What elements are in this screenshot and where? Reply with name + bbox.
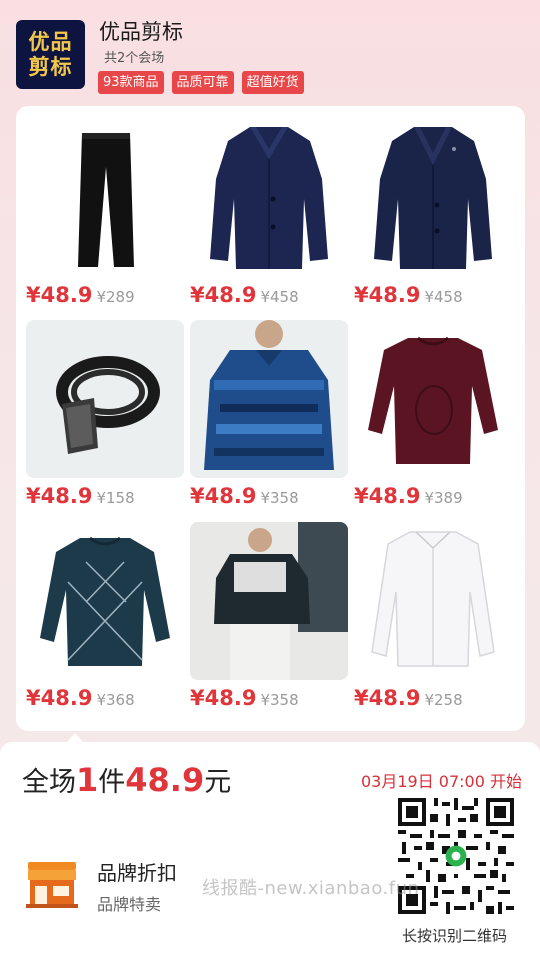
product-image-burgundy-sweater[interactable]: [354, 320, 512, 478]
brand-subtitle: 品牌特卖: [97, 895, 162, 914]
product-image-teal-sweater[interactable]: [26, 522, 184, 680]
promo-quantity: 1: [76, 761, 99, 799]
sale-price: ¥48.9: [354, 283, 421, 307]
sale-price: ¥48.9: [26, 686, 93, 710]
panel-pointer: [66, 733, 84, 743]
product-grid-card: ¥48.9 ¥289 ¥48.9 ¥458 ¥48.9 ¥458 ¥48.9 ¥…: [16, 106, 525, 731]
tag-product-count: 93款商品: [98, 71, 164, 94]
product-image-navy-coat-2[interactable]: [354, 119, 512, 277]
product-image-improve-sweatshirt[interactable]: [190, 522, 348, 680]
product-image-belt[interactable]: [26, 320, 184, 478]
brand-title: 品牌折扣: [97, 861, 177, 885]
tag-list: 93款商品 品质可靠 超值好货: [98, 71, 304, 94]
original-price: ¥458: [424, 288, 463, 306]
venue-count: 共2个会场: [104, 51, 165, 66]
promo-headline: 全场1件48.9元: [22, 760, 231, 799]
product-item[interactable]: ¥48.9 ¥258: [354, 522, 512, 712]
sale-price: ¥48.9: [354, 484, 421, 508]
sale-price: ¥48.9: [190, 283, 257, 307]
sale-price: ¥48.9: [354, 686, 421, 710]
start-time: 03月19日 07:00 开始: [360, 772, 522, 791]
promo-text-all: 全场: [22, 767, 76, 798]
product-image-navy-coat[interactable]: [190, 119, 348, 277]
product-item[interactable]: ¥48.9 ¥368: [26, 522, 184, 712]
product-item[interactable]: ¥48.9 ¥358: [190, 522, 348, 712]
store-icon: [26, 862, 78, 908]
price-row: ¥48.9 ¥358: [190, 484, 299, 508]
shop-logo[interactable]: 优品 剪标: [16, 20, 85, 89]
tag-value: 超值好货: [241, 71, 304, 94]
product-item[interactable]: ¥48.9 ¥158: [26, 320, 184, 510]
product-item[interactable]: ¥48.9 ¥389: [354, 320, 512, 510]
price-row: ¥48.9 ¥258: [354, 686, 463, 710]
original-price: ¥358: [260, 691, 299, 709]
qr-instruction: 长按识别二维码: [402, 927, 508, 945]
price-row: ¥48.9 ¥289: [26, 283, 135, 307]
price-row: ¥48.9 ¥358: [190, 686, 299, 710]
promo-text-currency: 元: [204, 767, 232, 798]
original-price: ¥358: [260, 489, 299, 507]
product-image-trousers[interactable]: [26, 119, 184, 277]
price-row: ¥48.9 ¥458: [354, 283, 463, 307]
original-price: ¥389: [424, 489, 463, 507]
logo-text-line1: 优品: [28, 29, 73, 54]
tag-quality: 品质可靠: [171, 71, 234, 94]
logo-text-line2: 剪标: [28, 54, 73, 79]
product-item[interactable]: ¥48.9 ¥458: [190, 119, 348, 309]
sale-price: ¥48.9: [26, 283, 93, 307]
watermark: 线报酷-new.xianbao.fun: [202, 878, 420, 899]
product-item[interactable]: ¥48.9 ¥458: [354, 119, 512, 309]
product-item[interactable]: ¥48.9 ¥289: [26, 119, 184, 309]
promo-price: 48.9: [125, 761, 205, 799]
original-price: ¥158: [96, 489, 135, 507]
sale-price: ¥48.9: [190, 484, 257, 508]
price-row: ¥48.9 ¥458: [190, 283, 299, 307]
bottom-panel: 全场1件48.9元 03月19日 07:00 开始 品牌折扣 品牌特卖 长按识别…: [0, 733, 540, 961]
price-row: ¥48.9 ¥389: [354, 484, 463, 508]
promo-text-unit: 件: [98, 767, 126, 798]
price-row: ¥48.9 ¥158: [26, 484, 135, 508]
shop-name: 优品剪标: [99, 20, 183, 44]
sale-price: ¥48.9: [26, 484, 93, 508]
product-image-blue-shirt[interactable]: [190, 320, 348, 478]
original-price: ¥289: [96, 288, 135, 306]
original-price: ¥458: [260, 288, 299, 306]
original-price: ¥258: [424, 691, 463, 709]
sale-price: ¥48.9: [190, 686, 257, 710]
original-price: ¥368: [96, 691, 135, 709]
product-image-white-shirt[interactable]: [354, 522, 512, 680]
product-item[interactable]: ¥48.9 ¥358: [190, 320, 348, 510]
price-row: ¥48.9 ¥368: [26, 686, 135, 710]
